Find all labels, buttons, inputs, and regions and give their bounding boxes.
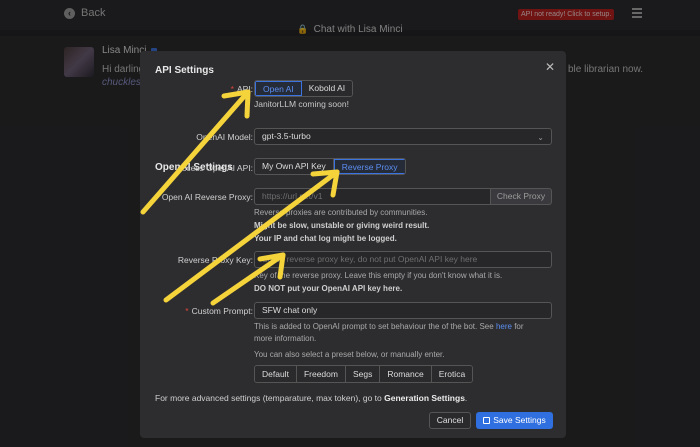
proxy-hint-3-text: Your IP and chat log might be logged. <box>254 234 397 243</box>
prompt-help-link[interactable]: here <box>496 322 512 331</box>
save-icon <box>483 417 491 424</box>
preset-hint: You can also select a preset below, or m… <box>254 350 445 359</box>
proxy-hint-2: Might be slow, unstable or giving weird … <box>254 221 429 230</box>
api-option-kobold[interactable]: Kobold AI <box>301 81 353 96</box>
proxy-label: Open AI Reverse Proxy: <box>161 192 253 202</box>
model-value: gpt-3.5-turbo <box>262 131 311 141</box>
api-option-openai[interactable]: Open AI <box>255 81 302 96</box>
access-option-own-key[interactable]: My Own API Key <box>255 159 334 174</box>
access-option-reverse-proxy[interactable]: Reverse Proxy <box>333 159 405 174</box>
prompt-label-text: Custom Prompt: <box>191 306 253 316</box>
prompt-label: * Custom Prompt: <box>185 306 253 316</box>
save-label: Save Settings <box>493 415 546 425</box>
model-select[interactable]: gpt-3.5-turbo ⌄ <box>254 128 552 145</box>
model-label: OpenAI Model: <box>196 132 253 142</box>
proxy-hint-3: Your IP and chat log might be logged. <box>254 234 397 243</box>
footer-end: . <box>464 393 468 403</box>
proxy-key-hint-2-text: DO NOT put your OpenAI API key here. <box>254 284 403 293</box>
api-toggle: Open AI Kobold AI <box>254 80 354 97</box>
prompt-hint-2: more information. <box>254 334 317 343</box>
preset-group: Default Freedom Segs Romance Erotica <box>254 365 474 383</box>
prompt-hint-1-text: This is added to OpenAI prompt to set be… <box>254 322 494 331</box>
access-label: Access OpenAI API: <box>176 163 253 173</box>
advanced-settings-note: For more advanced settings (temparature,… <box>155 393 467 403</box>
proxy-url-input[interactable]: https://url.net/v1 <box>254 188 491 205</box>
janitor-note: JanitorLLM coming soon! <box>254 99 349 109</box>
cancel-button[interactable]: Cancel <box>429 412 471 429</box>
prompt-hint-for: for <box>514 322 524 331</box>
proxy-key-label: Reverse Proxy Key: <box>177 255 253 265</box>
proxy-key-input[interactable]: Some reverse proxy key, do not put OpenA… <box>254 251 552 268</box>
preset-freedom[interactable]: Freedom <box>296 366 346 382</box>
proxy-hint-2-text: Might be slow, unstable or giving weird … <box>254 221 430 230</box>
preset-segs[interactable]: Segs <box>345 366 381 382</box>
footer-text: For more advanced settings (temparature,… <box>155 393 382 403</box>
access-toggle: My Own API Key Reverse Proxy <box>254 158 406 175</box>
prompt-hint-1: This is added to OpenAI prompt to set be… <box>254 322 524 331</box>
proxy-key-hint-1: Key of the reverse proxy. Leave this emp… <box>254 271 503 280</box>
api-label: * API: <box>230 84 253 94</box>
chevron-down-icon: ⌄ <box>537 133 544 142</box>
proxy-hint-1: Reverse proxies are contributed by commu… <box>254 208 428 217</box>
preset-erotica[interactable]: Erotica <box>431 366 473 382</box>
check-proxy-button[interactable]: Check Proxy <box>490 188 552 205</box>
proxy-key-hint-2: DO NOT put your OpenAI API key here. <box>254 284 402 293</box>
save-settings-button[interactable]: Save Settings <box>476 412 553 429</box>
api-settings-modal: API Settings ✕ * API: Open AI Kobold AI J… <box>140 51 566 438</box>
close-icon[interactable]: ✕ <box>545 60 555 74</box>
modal-title: API Settings <box>155 65 214 76</box>
api-label-text: API: <box>236 84 253 94</box>
preset-romance[interactable]: Romance <box>380 366 432 382</box>
generation-settings-link[interactable]: Generation Settings <box>384 393 465 403</box>
custom-prompt-input[interactable]: SFW chat only <box>254 302 552 319</box>
preset-default[interactable]: Default <box>255 366 297 382</box>
